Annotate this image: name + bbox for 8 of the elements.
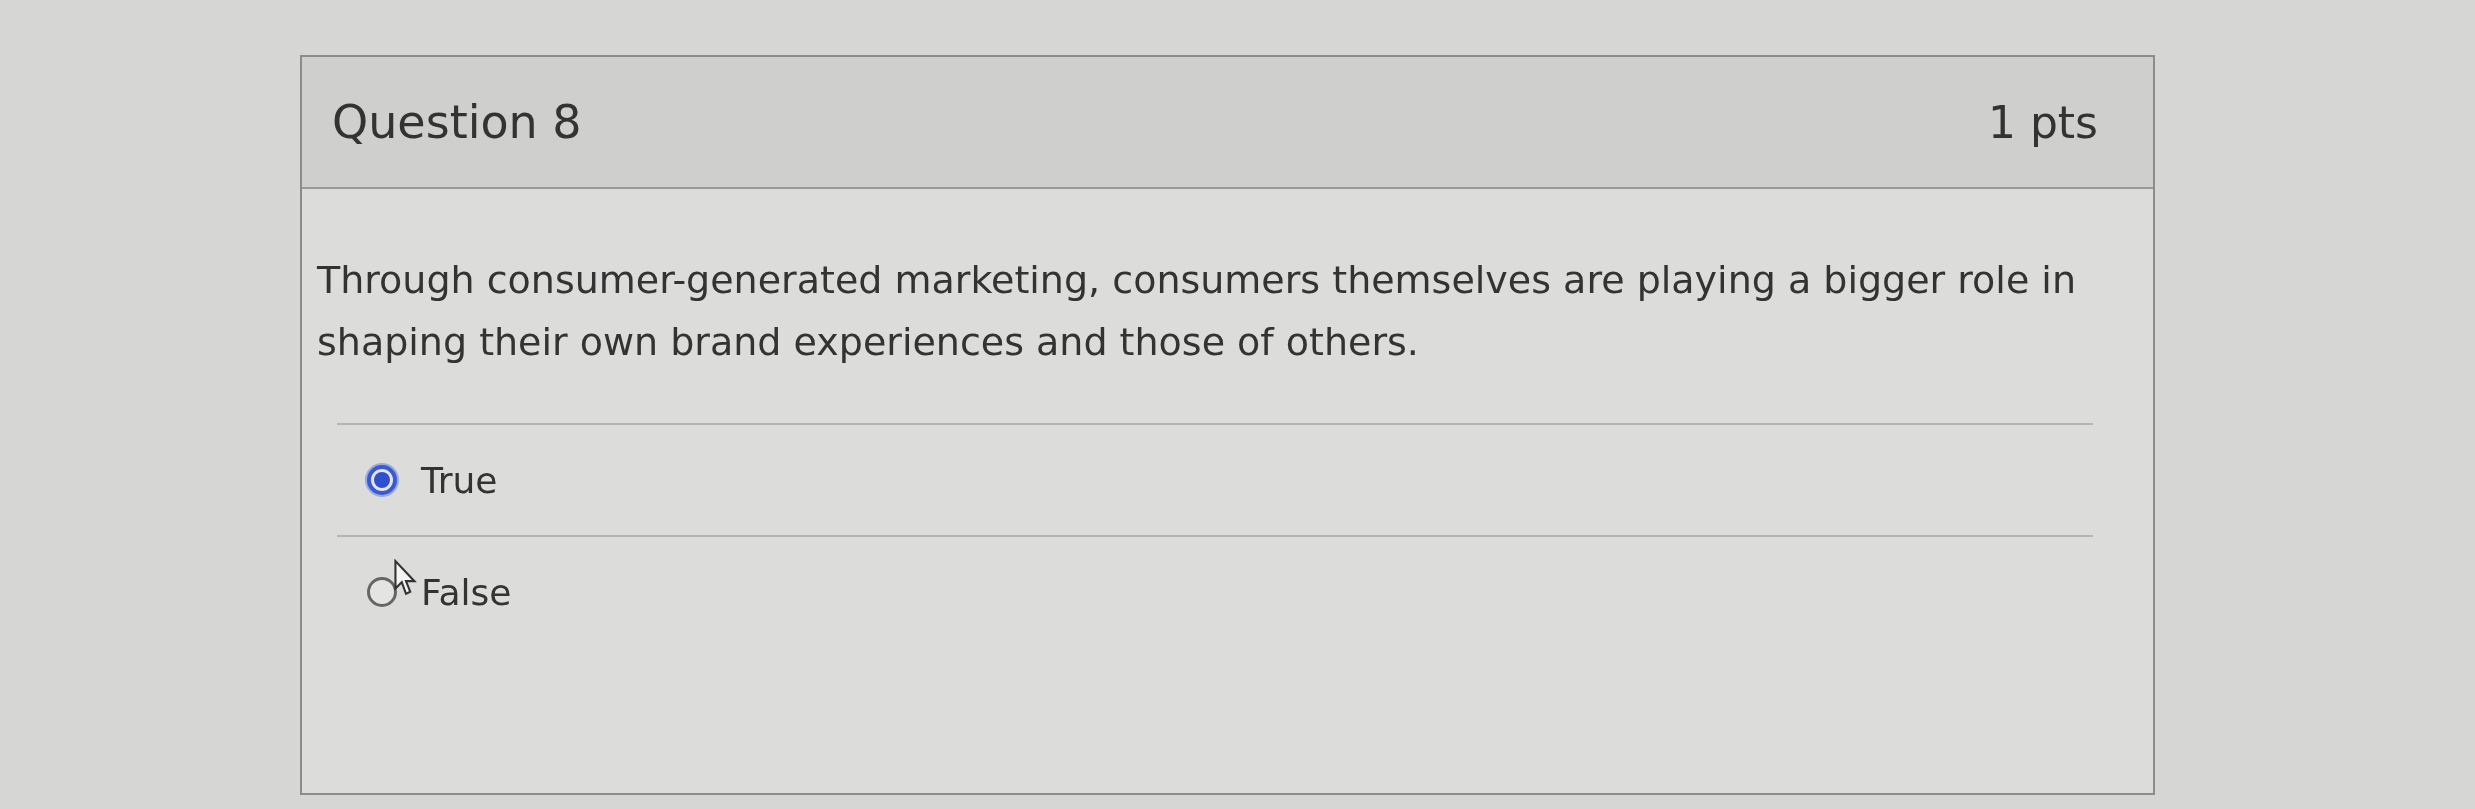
question-points: 1 pts — [1987, 96, 2098, 148]
answer-label[interactable]: False — [421, 571, 512, 613]
answer-label[interactable]: True — [421, 459, 498, 501]
radio-button[interactable] — [367, 465, 397, 495]
question-title: Question 8 — [332, 95, 582, 149]
radio-button[interactable] — [367, 577, 397, 607]
question-text: Through consumer-generated marketing, consumers themselves are playing a bigger role in shaping their own brand experiences and those of others. — [317, 257, 2077, 366]
cursor-icon — [393, 559, 419, 597]
